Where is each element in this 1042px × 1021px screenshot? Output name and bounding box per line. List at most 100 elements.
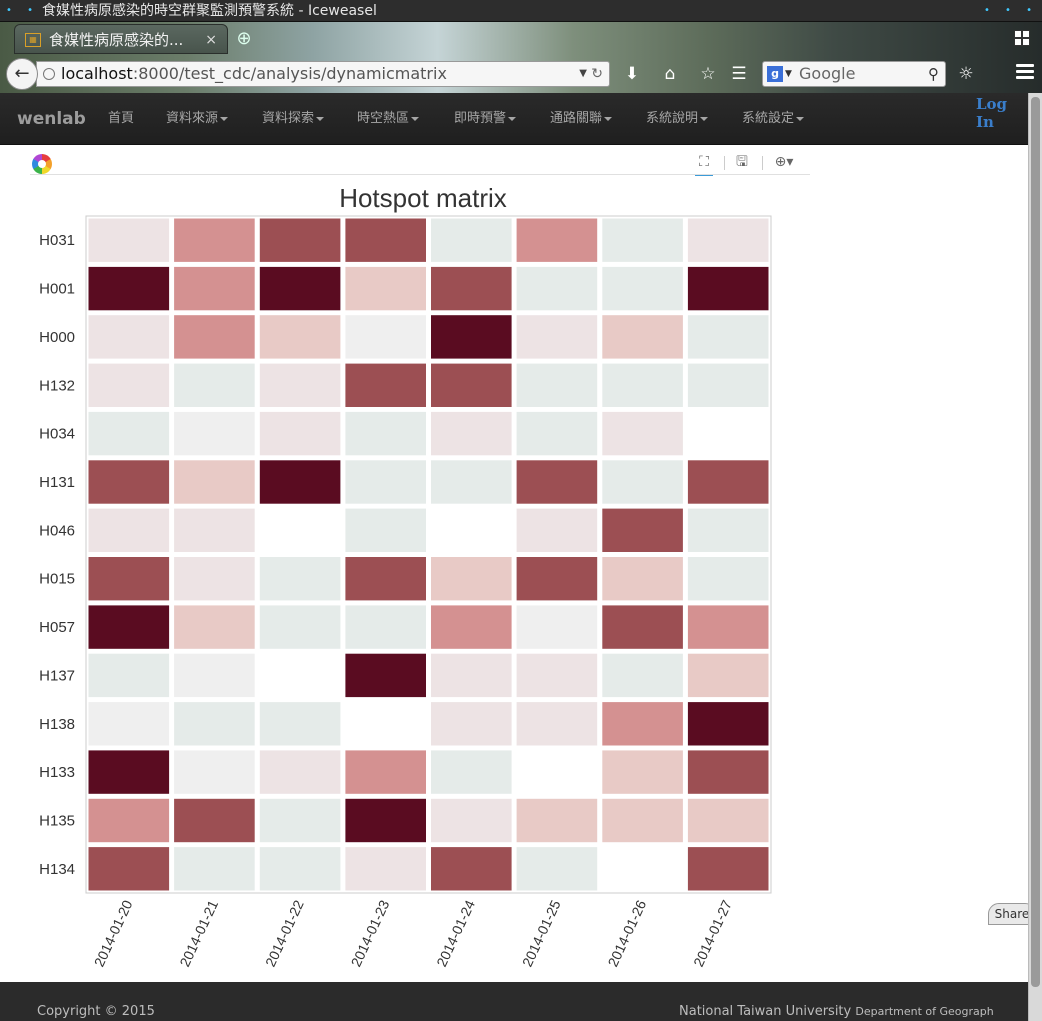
heatmap-cell[interactable]	[687, 411, 769, 456]
heatmap-cell[interactable]	[602, 605, 683, 649]
scrollbar-thumb[interactable]	[1031, 97, 1040, 987]
heatmap-cell[interactable]	[259, 411, 341, 456]
heatmap-cell[interactable]	[259, 847, 341, 891]
heatmap-cell[interactable]	[174, 798, 255, 843]
heatmap-cell[interactable]	[602, 363, 683, 407]
heatmap-cell[interactable]	[602, 750, 683, 794]
heatmap-cell[interactable]	[88, 218, 170, 262]
heatmap-cell[interactable]	[687, 266, 769, 311]
heatmap-cell[interactable]	[516, 750, 598, 794]
heatmap-cell[interactable]	[259, 798, 341, 843]
heatmap-cell[interactable]	[259, 702, 341, 746]
window-controls-icon[interactable]: • • •	[984, 0, 1038, 22]
heatmap-cell[interactable]	[516, 460, 598, 504]
heatmap-cell[interactable]	[516, 653, 598, 698]
bookmark-star-icon[interactable]: ☆	[698, 64, 718, 84]
heatmap-cell[interactable]	[88, 508, 170, 552]
heatmap-cell[interactable]	[174, 460, 255, 504]
heatmap-cell[interactable]	[345, 460, 426, 504]
heatmap-cell[interactable]	[259, 557, 341, 601]
heatmap-cell[interactable]	[602, 218, 683, 262]
heatmap-cell[interactable]	[516, 557, 598, 601]
heatmap-cell[interactable]	[174, 605, 255, 649]
heatmap-cell[interactable]	[602, 798, 683, 843]
heatmap-cell[interactable]	[88, 266, 170, 311]
heatmap-cell[interactable]	[602, 508, 683, 552]
heatmap-cell[interactable]	[687, 218, 769, 262]
heatmap-cell[interactable]	[174, 750, 255, 794]
heatmap-cell[interactable]	[345, 508, 426, 552]
heatmap-cell[interactable]	[259, 653, 341, 698]
heatmap-cell[interactable]	[345, 750, 426, 794]
heatmap-cell[interactable]	[516, 363, 598, 407]
heatmap-cell[interactable]	[88, 653, 170, 698]
heatmap-cell[interactable]	[431, 557, 512, 601]
heatmap-cell[interactable]	[259, 508, 341, 552]
heatmap-cell[interactable]	[687, 605, 769, 649]
heatmap-cell[interactable]	[259, 605, 341, 649]
google-engine-icon[interactable]: g	[767, 66, 783, 82]
back-button[interactable]: ←	[6, 58, 38, 90]
heatmap-cell[interactable]	[88, 605, 170, 649]
addon-icon[interactable]: ☼	[956, 64, 976, 84]
heatmap-cell[interactable]	[345, 557, 426, 601]
heatmap-cell[interactable]	[687, 750, 769, 794]
heatmap-cell[interactable]	[88, 798, 170, 843]
heatmap-cell[interactable]	[602, 702, 683, 746]
heatmap-cell[interactable]	[174, 653, 255, 698]
heatmap-cell[interactable]	[516, 218, 598, 262]
heatmap-cell[interactable]	[687, 460, 769, 504]
heatmap-cell[interactable]	[602, 557, 683, 601]
window-menu-icon[interactable]: • •	[6, 0, 39, 22]
heatmap-cell[interactable]	[174, 266, 255, 311]
heatmap-cell[interactable]	[345, 411, 426, 456]
heatmap-cell[interactable]	[431, 653, 512, 698]
heatmap-cell[interactable]	[259, 750, 341, 794]
heatmap-cell[interactable]	[516, 702, 598, 746]
heatmap-cell[interactable]	[345, 847, 426, 891]
url-bar[interactable]: localhost:8000/test_cdc/analysis/dynamic…	[36, 61, 610, 87]
heatmap-cell[interactable]	[602, 847, 683, 891]
heatmap-cell[interactable]	[687, 702, 769, 746]
heatmap-cell[interactable]	[174, 557, 255, 601]
tab-close-icon[interactable]: ×	[205, 25, 217, 55]
search-engine-dropdown-icon[interactable]: ▼	[785, 62, 792, 86]
heatmap-cell[interactable]	[431, 315, 512, 359]
heatmap-cell[interactable]	[431, 363, 512, 407]
search-icon[interactable]: ⚲	[928, 62, 939, 86]
heatmap-cell[interactable]	[174, 218, 255, 262]
heatmap-cell[interactable]	[516, 605, 598, 649]
heatmap-cell[interactable]	[174, 508, 255, 552]
heatmap-cell[interactable]	[345, 315, 426, 359]
heatmap-cell[interactable]	[174, 315, 255, 359]
heatmap-cell[interactable]	[174, 702, 255, 746]
url-history-dropdown-icon[interactable]: ▼	[579, 62, 587, 86]
heatmap-cell[interactable]	[687, 315, 769, 359]
heatmap-cell[interactable]	[431, 411, 512, 456]
heatmap-cell[interactable]	[88, 847, 170, 891]
heatmap-cell[interactable]	[516, 315, 598, 359]
search-box[interactable]: g ▼ Google ⚲	[762, 61, 946, 87]
site-identity-icon[interactable]	[43, 68, 55, 80]
heatmap-cell[interactable]	[174, 363, 255, 407]
heatmap-cell[interactable]	[602, 653, 683, 698]
page-scrollbar[interactable]	[1028, 93, 1042, 1021]
heatmap-cell[interactable]	[88, 363, 170, 407]
heatmap-cell[interactable]	[259, 460, 341, 504]
browser-tab[interactable]: ▦ 食媒性病原感染的... ×	[14, 24, 228, 54]
heatmap-cell[interactable]	[431, 798, 512, 843]
heatmap-cell[interactable]	[259, 363, 341, 407]
heatmap-cell[interactable]	[687, 653, 769, 698]
heatmap-cell[interactable]	[259, 266, 341, 311]
heatmap-cell[interactable]	[687, 363, 769, 407]
heatmap-cell[interactable]	[345, 363, 426, 407]
heatmap-cell[interactable]	[431, 750, 512, 794]
heatmap-cell[interactable]	[174, 411, 255, 456]
heatmap-cell[interactable]	[602, 315, 683, 359]
heatmap-cell[interactable]	[431, 605, 512, 649]
heatmap-cell[interactable]	[431, 218, 512, 262]
heatmap-cell[interactable]	[602, 411, 683, 456]
reload-icon[interactable]: ↻	[591, 62, 603, 86]
heatmap-cell[interactable]	[345, 798, 426, 843]
browser-menu-icon[interactable]	[1016, 64, 1034, 80]
